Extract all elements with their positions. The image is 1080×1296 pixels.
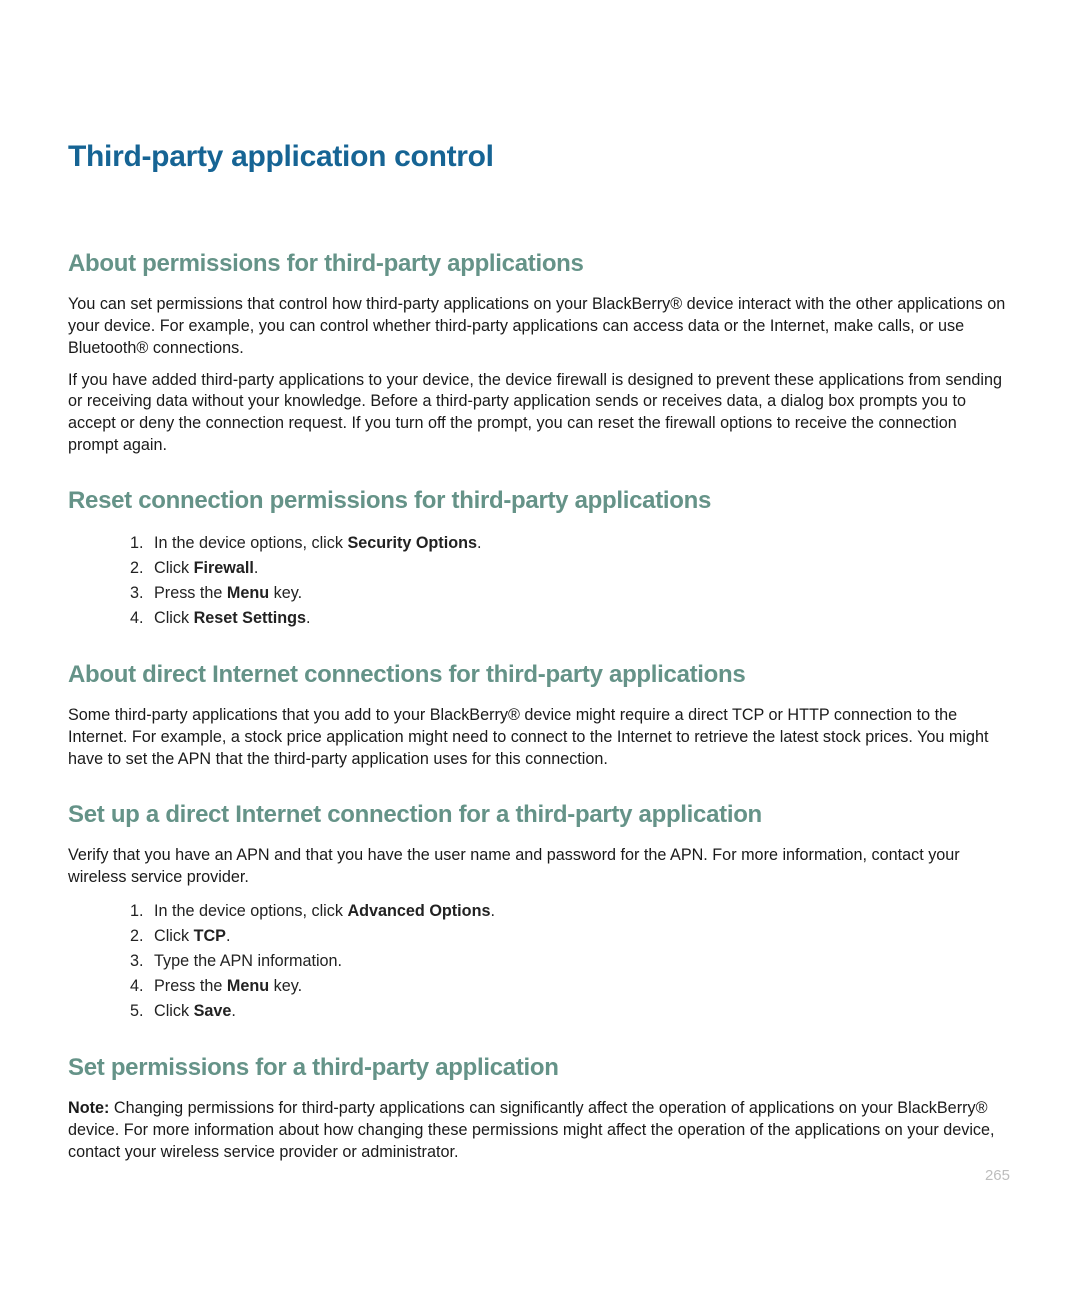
step-text: Press the <box>154 584 227 602</box>
list-item: In the device options, click Security Op… <box>148 531 1010 556</box>
section-heading-about-permissions: About permissions for third-party applic… <box>68 250 1010 278</box>
list-item: Click Firewall. <box>148 556 1010 581</box>
section-heading-setup-direct-connection: Set up a direct Internet connection for … <box>68 801 1010 829</box>
step-text: key. <box>269 584 302 602</box>
step-text: . <box>226 927 231 945</box>
ordered-steps: In the device options, click Security Op… <box>68 531 1010 631</box>
body-paragraph: If you have added third-party applicatio… <box>68 370 1010 457</box>
list-item: Press the Menu key. <box>148 974 1010 999</box>
list-item: In the device options, click Advanced Op… <box>148 899 1010 924</box>
step-bold: TCP <box>194 927 226 945</box>
step-text: key. <box>269 977 302 995</box>
section-heading-about-direct-connections: About direct Internet connections for th… <box>68 661 1010 689</box>
step-text: In the device options, click <box>154 902 347 920</box>
step-text: Click <box>154 609 194 627</box>
section-heading-reset-permissions: Reset connection permissions for third-p… <box>68 487 1010 515</box>
step-bold: Menu <box>227 584 269 602</box>
body-paragraph: You can set permissions that control how… <box>68 294 1010 360</box>
body-paragraph: Verify that you have an APN and that you… <box>68 845 1010 889</box>
list-item: Click Save. <box>148 999 1010 1024</box>
page-number: 265 <box>985 1167 1010 1184</box>
step-bold: Firewall <box>194 559 254 577</box>
step-text: . <box>477 534 482 552</box>
ordered-steps: In the device options, click Advanced Op… <box>68 899 1010 1025</box>
document-page: Third-party application control About pe… <box>0 0 1080 1164</box>
section-heading-set-permissions: Set permissions for a third-party applic… <box>68 1054 1010 1082</box>
step-bold: Menu <box>227 977 269 995</box>
step-text: Click <box>154 927 194 945</box>
step-text: . <box>231 1002 236 1020</box>
step-text: Click <box>154 559 194 577</box>
step-text: Click <box>154 1002 194 1020</box>
body-paragraph: Some third-party applications that you a… <box>68 705 1010 771</box>
step-bold: Advanced Options <box>347 902 490 920</box>
main-heading: Third-party application control <box>68 140 1010 174</box>
step-text: . <box>254 559 259 577</box>
note-paragraph: Note: Changing permissions for third-par… <box>68 1098 1010 1164</box>
note-label: Note: <box>68 1099 109 1117</box>
step-text: . <box>306 609 311 627</box>
list-item: Click Reset Settings. <box>148 606 1010 631</box>
list-item: Type the APN information. <box>148 949 1010 974</box>
step-text: In the device options, click <box>154 534 347 552</box>
step-text: Press the <box>154 977 227 995</box>
step-bold: Security Options <box>347 534 477 552</box>
list-item: Click TCP. <box>148 924 1010 949</box>
step-text: . <box>490 902 495 920</box>
step-bold: Save <box>194 1002 232 1020</box>
step-bold: Reset Settings <box>194 609 306 627</box>
list-item: Press the Menu key. <box>148 581 1010 606</box>
note-body: Changing permissions for third-party app… <box>68 1099 995 1161</box>
